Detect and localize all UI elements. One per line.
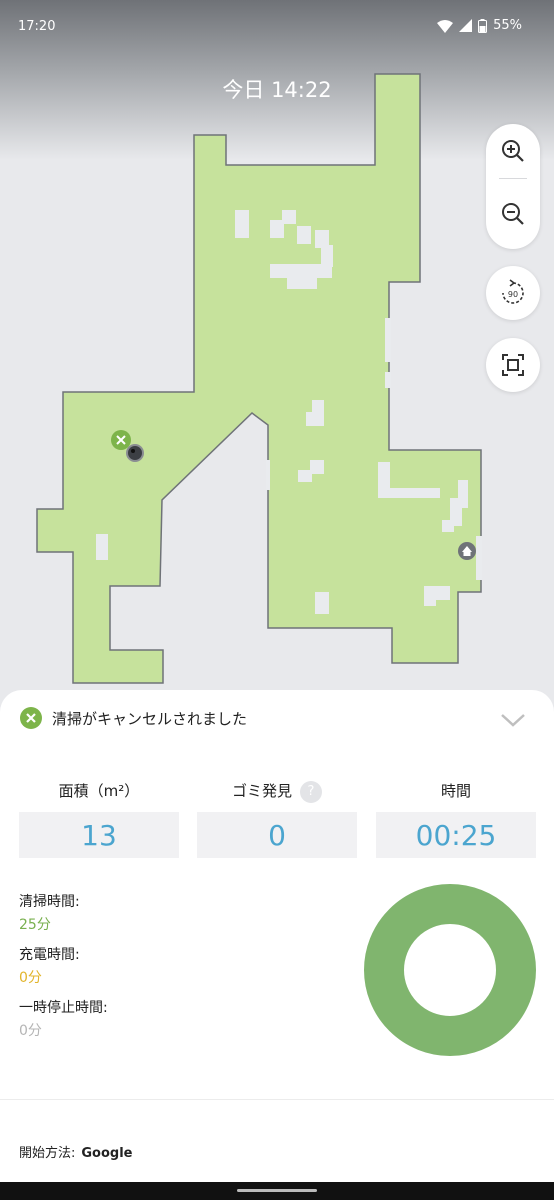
paused-time-label: 一時停止時間: — [19, 1000, 108, 1016]
time-value: 00:25 — [376, 812, 536, 858]
home-indicator[interactable] — [237, 1189, 317, 1192]
cleaning-time-value: 25分 — [19, 917, 51, 933]
cleaning-map[interactable] — [0, 0, 554, 700]
robot-icon[interactable] — [126, 444, 144, 462]
cleaning-status-row: 清掃がキャンセルされました — [20, 707, 247, 729]
map-floor-area — [36, 73, 482, 684]
zoom-out-button[interactable] — [486, 179, 540, 249]
paused-time-value: 0分 — [19, 1023, 42, 1039]
cell-signal-icon — [459, 19, 473, 32]
clock-text: 17:20 — [18, 19, 56, 34]
cleaning-summary-panel: 清掃がキャンセルされました 面積（m²） ゴミ発見? 時間 13 0 00:25… — [0, 690, 554, 1200]
rotate-map-button[interactable]: 90 — [486, 266, 540, 320]
system-status-bar: 17:20 55% — [0, 0, 554, 56]
area-label: 面積（m²） — [58, 782, 140, 800]
chevron-down-icon[interactable] — [500, 712, 526, 728]
dirt-found-label-wrap: ゴミ発見? — [197, 780, 357, 803]
rotate-label: 90 — [508, 290, 518, 299]
time-label: 時間 — [440, 782, 471, 800]
zoom-in-icon — [502, 140, 524, 162]
charging-time-label: 充電時間: — [19, 947, 80, 963]
cleaning-time-label: 清掃時間: — [19, 894, 80, 910]
panel-divider — [0, 1099, 554, 1100]
zoom-out-icon — [502, 203, 524, 225]
cancelled-status-icon — [20, 707, 42, 729]
area-value: 13 — [19, 812, 179, 858]
start-method-row: 開始方法: Google — [19, 1142, 133, 1161]
wifi-icon — [437, 19, 454, 33]
battery-percent: 55% — [493, 18, 522, 33]
home-dock-icon[interactable] — [458, 542, 476, 560]
battery-icon — [478, 18, 488, 33]
time-breakdown-donut — [364, 884, 536, 1056]
zoom-in-button[interactable] — [486, 124, 540, 178]
zoom-controls — [486, 124, 540, 249]
help-icon[interactable]: ? — [300, 780, 322, 803]
robot-icon-center — [131, 449, 135, 453]
fit-screen-button[interactable] — [486, 338, 540, 392]
cleaning-status-text: 清掃がキャンセルされました — [52, 709, 248, 728]
dirt-found-label: ゴミ発見 — [231, 782, 292, 800]
dirt-found-value: 0 — [197, 812, 357, 858]
cancel-location-marker[interactable] — [111, 430, 131, 450]
start-method-value: Google — [81, 1146, 133, 1161]
fit-screen-icon — [502, 354, 524, 376]
start-method-label: 開始方法: — [19, 1146, 76, 1161]
donut-segment-cleaning — [364, 884, 536, 1056]
rotate-icon: 90 — [502, 279, 524, 304]
map-date-label: 今日 14:22 — [222, 78, 332, 102]
charging-time-value: 0分 — [19, 970, 42, 986]
